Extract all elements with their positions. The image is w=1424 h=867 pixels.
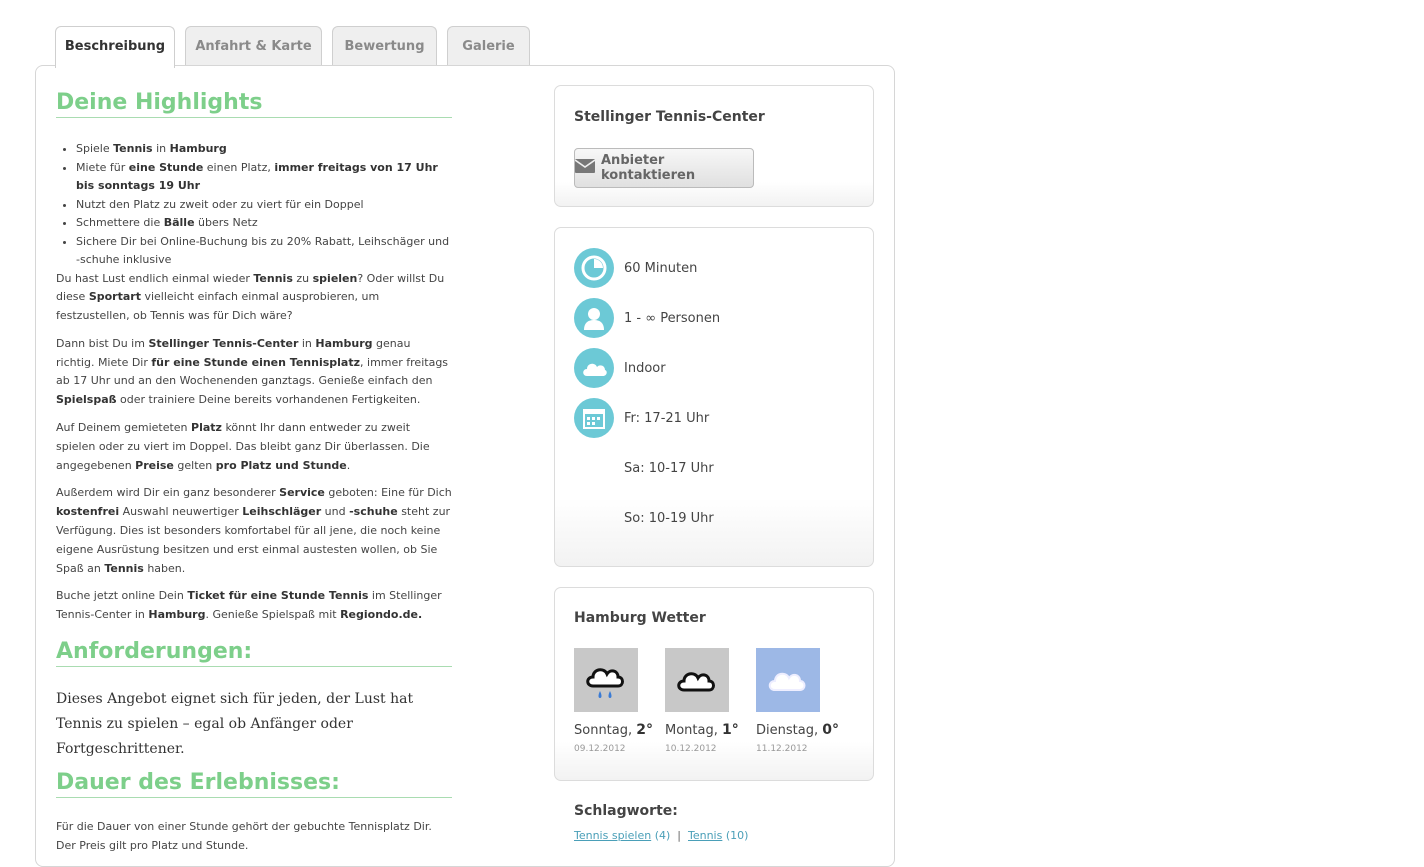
list-item: Miete für eine Stunde einen Platz, immer… (76, 159, 452, 196)
cloud-icon (665, 648, 729, 712)
info-row-duration: 60 Minuten (574, 248, 697, 288)
envelope-icon (574, 159, 596, 177)
provider-name: Stellinger Tennis-Center (574, 109, 765, 125)
clock-icon (574, 248, 614, 288)
list-item: Spiele Tennis in Hamburg (76, 140, 452, 159)
requirements-heading: Anforderungen: (56, 639, 452, 668)
requirements-text: Dieses Angebot eignet sich für jeden, de… (56, 691, 414, 758)
rain-cloud-icon (574, 648, 638, 712)
tag-count: (10) (725, 829, 749, 842)
weather-temp: 2° (636, 722, 654, 738)
tab-bewertung[interactable]: Bewertung (332, 26, 437, 66)
weather-day-monday: Montag, 1° 10.12.2012 (665, 648, 755, 754)
info-hours-so: So: 10-19 Uhr (624, 510, 714, 526)
description-paragraph: Dann bist Du im Stellinger Tennis-Center… (56, 336, 449, 407)
info-duration: 60 Minuten (624, 260, 698, 276)
info-row-hours-sa: Sa: 10-17 Uhr (574, 448, 714, 488)
tags-title: Schlagworte: (574, 803, 678, 819)
tag-link-tennis-spielen[interactable]: Tennis spielen (574, 829, 651, 842)
description-paragraph: Du hast Lust endlich einmal wieder Tenni… (56, 271, 445, 323)
contact-provider-label: Anbieter kontaktieren (601, 153, 696, 183)
duration-text: Für die Dauer von einer Stunde gehört de… (56, 820, 432, 852)
description-paragraph: Buche jetzt online Dein Ticket für eine … (56, 589, 442, 622)
description-column: Deine Highlights Spiele Tennis in Hambur… (56, 90, 452, 865)
weather-box: Hamburg Wetter Sonntag, 2° 09.12.2012 Mo… (554, 587, 874, 781)
weather-temp: 1° (722, 722, 739, 738)
list-item: Schmettere die Bälle übers Netz (76, 214, 452, 233)
weather-day-name: Montag (665, 723, 714, 738)
weather-day-name: Sonntag (574, 723, 628, 738)
person-icon (574, 298, 614, 338)
weather-date: 10.12.2012 (665, 744, 717, 754)
info-persons: 1 - ∞ Personen (624, 310, 721, 326)
duration-heading: Dauer des Erlebnisses: (56, 770, 452, 799)
tab-galerie[interactable]: Galerie (447, 26, 530, 66)
info-hours-sa: Sa: 10-17 Uhr (624, 460, 714, 476)
tab-anfahrt-karte[interactable]: Anfahrt & Karte (185, 26, 322, 66)
info-row-hours-so: So: 10-19 Uhr (574, 498, 714, 538)
info-row-persons: 1 - ∞ Personen (574, 298, 720, 338)
tag-count: (4) (654, 829, 671, 842)
info-box: 60 Minuten 1 - ∞ Personen Indoor Fr: 17-… (554, 227, 874, 567)
weather-temp: 0° (822, 722, 839, 738)
list-item: Nutzt den Platz zu zweit oder zu viert f… (76, 196, 452, 215)
highlights-list: Spiele Tennis in Hamburg Miete für eine … (56, 140, 452, 270)
contact-provider-button[interactable]: Anbieter kontaktieren (574, 148, 754, 188)
info-row-location: Indoor (574, 348, 666, 388)
description-paragraph: Außerdem wird Dir ein ganz besonderer Se… (56, 486, 452, 575)
weather-day-tuesday: Dienstag, 0° 11.12.2012 (756, 648, 846, 754)
info-hours-fr: Fr: 17-21 Uhr (624, 410, 710, 426)
info-row-hours-fr: Fr: 17-21 Uhr (574, 398, 709, 438)
weather-date: 11.12.2012 (756, 744, 808, 754)
list-item: Sichere Dir bei Online-Buchung bis zu 20… (76, 233, 452, 270)
tag-separator: | (677, 829, 681, 842)
description-paragraph: Auf Deinem gemieteten Platz könnt Ihr da… (56, 421, 430, 472)
weather-day-name: Dienstag (756, 723, 814, 738)
calendar-icon (574, 398, 614, 438)
highlights-heading: Deine Highlights (56, 90, 452, 118)
sunny-cloud-icon (756, 648, 820, 712)
tag-link-tennis[interactable]: Tennis (688, 829, 722, 842)
provider-box: Stellinger Tennis-Center Anbieter kontak… (554, 85, 874, 207)
weather-title: Hamburg Wetter (574, 610, 706, 626)
tab-beschreibung[interactable]: Beschreibung (55, 26, 175, 68)
tags-section: Schlagworte: Tennis spielen (4) | Tennis… (574, 803, 748, 842)
info-location: Indoor (624, 360, 666, 376)
weather-date: 09.12.2012 (574, 744, 626, 754)
weather-day-sunday: Sonntag, 2° 09.12.2012 (574, 648, 664, 754)
cloud-icon (574, 348, 614, 388)
